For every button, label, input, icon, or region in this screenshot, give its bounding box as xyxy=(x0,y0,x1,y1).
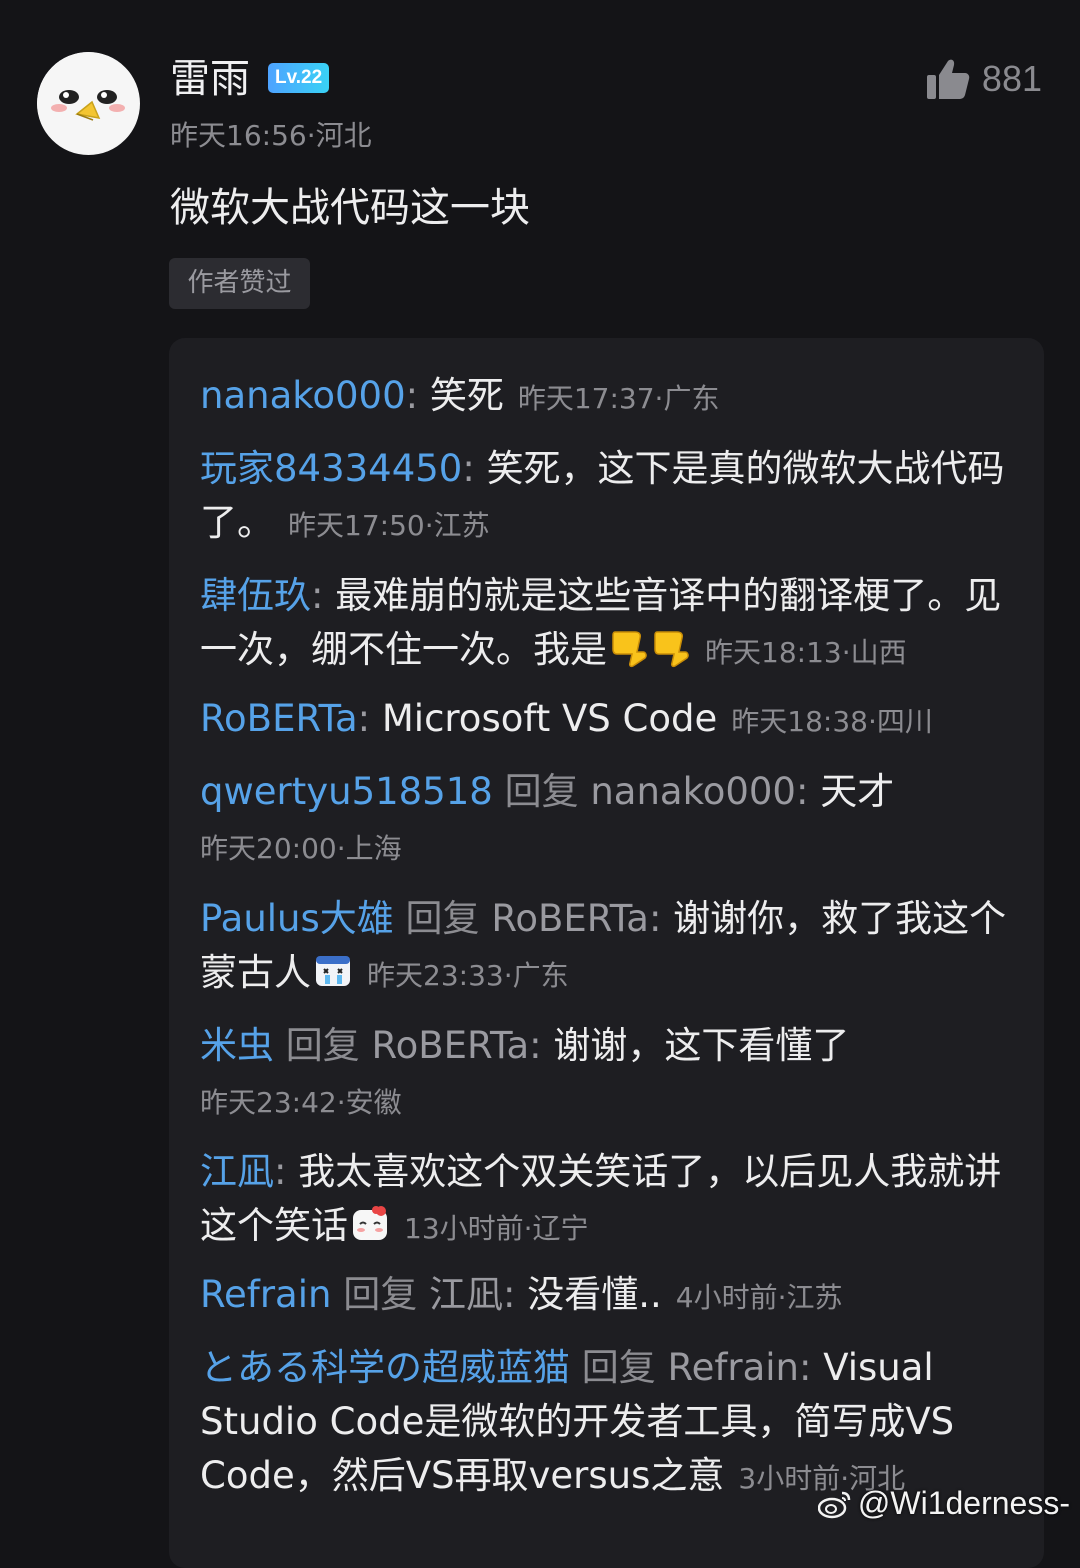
reply-item[interactable]: RoBERTa: Microsoft VS Code 昨天18:38·四川 xyxy=(200,692,1015,749)
reply-text: 谢谢，这下看懂了 xyxy=(553,1024,850,1067)
reply-author[interactable]: nanako000 xyxy=(200,374,406,417)
reply-word: 回复 xyxy=(405,897,480,940)
watermark: @Wi1derness- xyxy=(817,1485,1070,1522)
reply-text: 笑死 xyxy=(429,374,504,417)
reply-target[interactable]: Refrain xyxy=(668,1346,799,1389)
reply-text: 天才 xyxy=(820,770,895,813)
reply-time: 4小时前·江苏 xyxy=(675,1281,843,1314)
reply-item[interactable]: 玩家84334450: 笑死，这下是真的微软大战代码了。 昨天17:50·江苏 xyxy=(200,442,1015,553)
reply-word: 回复 xyxy=(285,1024,360,1067)
reply-time: 昨天17:37·广东 xyxy=(517,382,720,415)
weibo-logo-icon xyxy=(817,1491,851,1518)
reply-item[interactable]: nanako000: 笑死 昨天17:37·广东 xyxy=(200,369,1015,426)
username[interactable]: 雷雨 xyxy=(170,54,250,104)
reply-word: 回复 xyxy=(581,1346,656,1389)
comment-meta: 昨天16:56·河北 xyxy=(170,119,372,152)
author-liked-tag: 作者赞过 xyxy=(169,258,310,309)
reply-text: Microsoft VS Code xyxy=(381,697,718,740)
reply-time: 昨天20:00·上海 xyxy=(200,832,402,865)
reply-time: 昨天23:42·安徽 xyxy=(200,1086,402,1119)
reply-word: 回复 xyxy=(343,1273,418,1316)
like-count: 881 xyxy=(981,58,1042,99)
reply-text: 没看懂.. xyxy=(527,1273,662,1316)
blush-face-emoji xyxy=(353,1206,387,1240)
comment-text: 微软大战代码这一块 xyxy=(170,185,530,231)
reply-author[interactable]: Refrain xyxy=(200,1273,331,1316)
reply-item[interactable]: 江凪: 我太喜欢这个双关笑话了，以后见人我就讲这个笑话 13小时前·辽宁 xyxy=(200,1145,1015,1256)
reply-time: 昨天23:33·广东 xyxy=(367,959,569,992)
watermark-text: @Wi1derness- xyxy=(857,1485,1070,1521)
reply-author[interactable]: 肆伍玖 xyxy=(200,574,311,617)
reply-item[interactable]: 米虫 回复 RoBERTa: 谢谢，这下看懂了 昨天23:42·安徽 xyxy=(200,1019,1015,1130)
thumbs-up-icon xyxy=(926,59,970,99)
reply-time: 昨天17:50·江苏 xyxy=(288,509,490,542)
reply-item[interactable]: qwertyu518518 回复 nanako000: 天才 昨天20:00·上海 xyxy=(200,765,1015,876)
thumbs-down-emoji xyxy=(654,631,689,668)
reply-author[interactable]: 米虫 xyxy=(200,1024,274,1067)
avatar-face-icon xyxy=(37,52,139,154)
reply-text: 我太喜欢这个双关笑话了，以后见人我就讲这个笑话 xyxy=(200,1150,1002,1247)
reply-target[interactable]: 江凪 xyxy=(429,1273,503,1316)
reply-author[interactable]: Paulus大雄 xyxy=(200,897,394,940)
reply-time: 13小时前·辽宁 xyxy=(404,1212,589,1245)
reply-author[interactable]: 江凪 xyxy=(200,1150,274,1193)
reply-word: 回复 xyxy=(504,770,579,813)
reply-author[interactable]: qwertyu518518 xyxy=(200,770,493,813)
reply-item[interactable]: Paulus大雄 回复 RoBERTa: 谢谢你，救了我这个蒙古人 昨天23:33… xyxy=(200,892,1015,1003)
crying-face-emoji xyxy=(316,956,350,986)
reply-target[interactable]: RoBERTa xyxy=(372,1024,530,1067)
reply-author[interactable]: とある科学の超威蓝猫 xyxy=(200,1346,570,1389)
reply-target[interactable]: nanako000 xyxy=(590,770,796,813)
reply-author[interactable]: RoBERTa xyxy=(200,697,358,740)
level-badge: Lv.22 xyxy=(268,63,330,93)
reply-time: 昨天18:13·山西 xyxy=(705,636,907,669)
reply-time: 昨天18:38·四川 xyxy=(731,705,933,738)
reply-author[interactable]: 玩家84334450 xyxy=(200,447,462,490)
thumbs-down-emoji xyxy=(612,631,647,668)
avatar[interactable] xyxy=(37,52,140,155)
reply-item[interactable]: Refrain 回复 江凪: 没看懂.. 4小时前·江苏 xyxy=(200,1268,1015,1325)
reply-item[interactable]: 肆伍玖: 最难崩的就是这些音译中的翻译梗了。见一次，绷不住一次。我是 昨天18:1… xyxy=(200,569,1015,680)
reply-target[interactable]: RoBERTa xyxy=(491,897,649,940)
reply-item[interactable]: とある科学の超威蓝猫 回复 Refrain: Visual Studio Cod… xyxy=(200,1341,1015,1506)
like-button[interactable]: 881 xyxy=(926,54,1042,104)
